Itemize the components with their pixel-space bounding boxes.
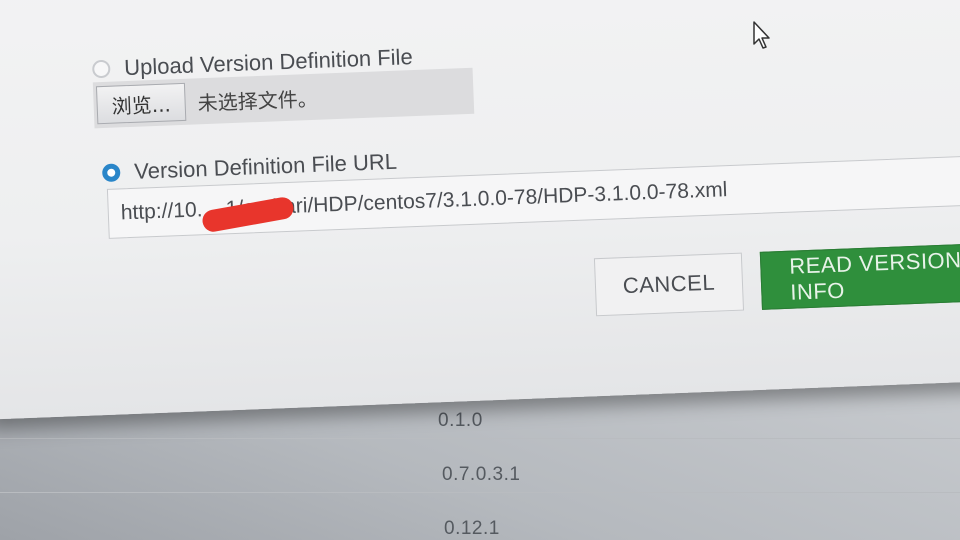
version-list-item: 0.12.1 <box>444 518 500 539</box>
version-list-item: 0.1.0 <box>438 410 483 431</box>
browse-button[interactable]: 浏览... <box>95 82 187 125</box>
file-status-text: 未选择文件。 <box>197 86 319 115</box>
upload-vdf-radio[interactable] <box>91 59 111 79</box>
cancel-button[interactable]: CANCEL <box>593 252 745 317</box>
read-version-info-button[interactable]: READ VERSION INFO <box>759 241 960 310</box>
version-list-item: 0.7.0.3.1 <box>442 464 521 485</box>
version-definition-dialog: Upload Version Definition File 浏览... 未选择… <box>0 0 960 420</box>
row-divider <box>0 492 960 493</box>
vdf-url-radio[interactable] <box>101 163 121 183</box>
mouse-cursor-icon <box>753 21 770 49</box>
row-divider <box>0 438 960 439</box>
